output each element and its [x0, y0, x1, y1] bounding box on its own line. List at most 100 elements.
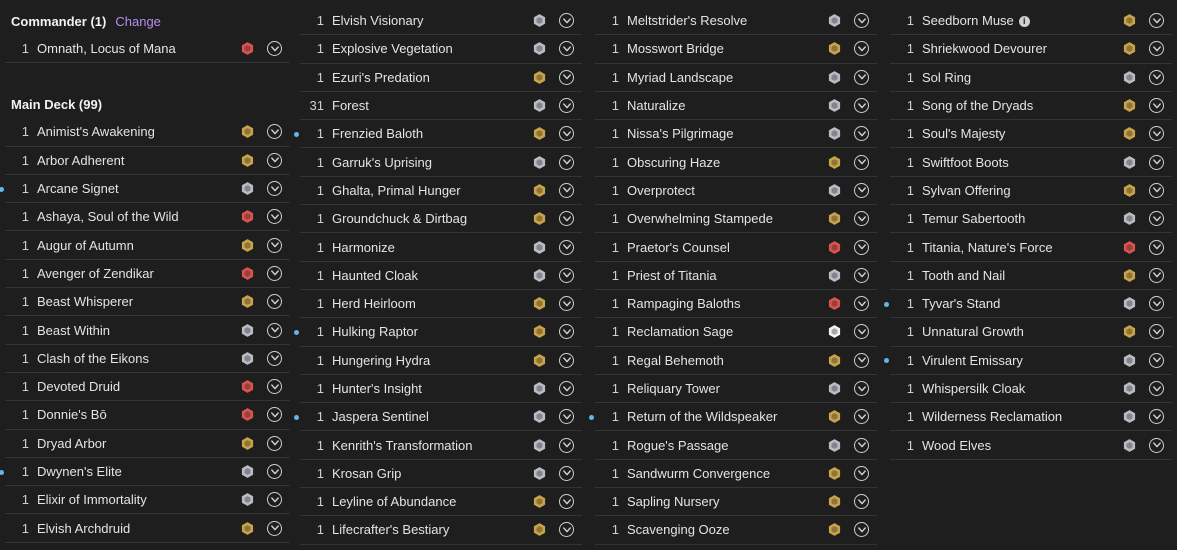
- card-name[interactable]: Devoted Druid: [37, 379, 238, 394]
- chevron-down-circle-icon[interactable]: [1149, 267, 1164, 283]
- card-row[interactable]: 1 Omnath, Locus of Mana: [5, 35, 290, 64]
- chevron-down-circle-icon[interactable]: [559, 409, 574, 425]
- card-name[interactable]: Rampaging Baloths: [627, 296, 825, 311]
- chevron-down-circle-icon[interactable]: [559, 126, 574, 142]
- card-row[interactable]: 1 Unnatural Growth: [890, 318, 1172, 347]
- chevron-down-circle-icon[interactable]: [559, 98, 574, 114]
- card-row[interactable]: 1 Ashaya, Soul of the Wild: [5, 203, 290, 232]
- card-row[interactable]: 1 Dwynen's Elite: [0, 458, 290, 487]
- card-row[interactable]: 1 Rogue's Passage: [595, 431, 877, 460]
- card-row[interactable]: 1 Priest of Titania: [595, 262, 877, 290]
- chevron-down-circle-icon[interactable]: [267, 464, 282, 479]
- card-row[interactable]: 1 Donnie's Bō: [5, 401, 290, 430]
- chevron-down-circle-icon[interactable]: [559, 465, 574, 481]
- card-row[interactable]: 1 Lifecrafter's Bestiary: [300, 516, 582, 545]
- card-row[interactable]: 1 Sylvan Offering: [890, 177, 1172, 206]
- card-name[interactable]: Beast Within: [37, 323, 238, 338]
- card-row[interactable]: 1 Meltstrider's Resolve: [595, 7, 877, 36]
- card-name[interactable]: Elvish Archdruid: [37, 521, 238, 536]
- chevron-down-circle-icon[interactable]: [559, 494, 574, 510]
- card-name[interactable]: Animist's Awakening: [37, 124, 238, 139]
- card-name[interactable]: Meltstrider's Resolve: [627, 13, 825, 28]
- card-row[interactable]: 1 Whispersilk Cloak: [890, 375, 1172, 404]
- chevron-down-circle-icon[interactable]: [854, 239, 869, 255]
- chevron-down-circle-icon[interactable]: [267, 41, 282, 57]
- card-name[interactable]: Nissa's Pilgrimage: [627, 126, 825, 141]
- card-row[interactable]: 1 Sapling Nursery: [595, 488, 877, 517]
- card-name[interactable]: Elixir of Immortality: [37, 492, 238, 507]
- card-row[interactable]: 1 Mosswort Bridge: [595, 35, 877, 64]
- chevron-down-circle-icon[interactable]: [1149, 409, 1164, 425]
- chevron-down-circle-icon[interactable]: [1149, 126, 1164, 142]
- card-name[interactable]: Elvish Visionary: [332, 13, 530, 28]
- card-name[interactable]: Krosan Grip: [332, 466, 530, 481]
- card-row[interactable]: 1 Hulking Raptor: [294, 318, 582, 347]
- chevron-down-circle-icon[interactable]: [559, 182, 574, 198]
- chevron-down-circle-icon[interactable]: [267, 237, 282, 253]
- card-row[interactable]: 1 Leyline of Abundance: [300, 488, 582, 517]
- chevron-down-circle-icon[interactable]: [854, 494, 869, 510]
- card-row[interactable]: 1 Reclamation Sage: [595, 318, 877, 347]
- card-name[interactable]: Reclamation Sage: [627, 324, 825, 339]
- chevron-down-circle-icon[interactable]: [854, 41, 869, 57]
- card-name[interactable]: Rogue's Passage: [627, 438, 825, 453]
- card-name[interactable]: Obscuring Haze: [627, 155, 825, 170]
- card-name[interactable]: Song of the Dryads: [922, 98, 1120, 113]
- chevron-down-circle-icon[interactable]: [854, 352, 869, 368]
- card-row[interactable]: 1 Herd Heirloom: [300, 290, 582, 319]
- card-name[interactable]: Dwynen's Elite: [37, 464, 238, 479]
- chevron-down-circle-icon[interactable]: [854, 211, 869, 227]
- chevron-down-circle-icon[interactable]: [267, 350, 282, 366]
- chevron-down-circle-icon[interactable]: [267, 492, 282, 508]
- card-name[interactable]: Whispersilk Cloak: [922, 381, 1120, 396]
- card-name[interactable]: Titania, Nature's Force: [922, 240, 1120, 255]
- card-row[interactable]: 1 Rampaging Baloths: [595, 290, 877, 319]
- card-name[interactable]: Forest: [332, 98, 530, 113]
- card-row[interactable]: 1 Clash of the Eikons: [5, 345, 290, 373]
- card-row[interactable]: 1 Devoted Druid: [5, 373, 290, 402]
- card-name[interactable]: Clash of the Eikons: [37, 351, 238, 366]
- chevron-down-circle-icon[interactable]: [267, 209, 282, 225]
- card-name[interactable]: Sol Ring: [922, 70, 1120, 85]
- card-row[interactable]: 1 Beast Whisperer: [5, 288, 290, 317]
- chevron-down-circle-icon[interactable]: [559, 381, 574, 396]
- chevron-down-circle-icon[interactable]: [1149, 381, 1164, 396]
- card-row[interactable]: 1 Kenrith's Transformation: [300, 431, 582, 460]
- card-name[interactable]: Sylvan Offering: [922, 183, 1120, 198]
- chevron-down-circle-icon[interactable]: [559, 267, 574, 283]
- card-name[interactable]: Lifecrafter's Bestiary: [332, 522, 530, 537]
- card-row[interactable]: 1 Wood Elves: [890, 431, 1172, 460]
- card-row[interactable]: 1 Virulent Emissary: [884, 347, 1172, 375]
- card-row[interactable]: 1 Regal Behemoth: [595, 347, 877, 375]
- card-row[interactable]: 1 Ezuri's Predation: [300, 64, 582, 92]
- chevron-down-circle-icon[interactable]: [1149, 352, 1164, 368]
- card-name[interactable]: Sandwurm Convergence: [627, 466, 825, 481]
- card-name[interactable]: Temur Sabertooth: [922, 211, 1120, 226]
- chevron-down-circle-icon[interactable]: [1149, 41, 1164, 57]
- chevron-down-circle-icon[interactable]: [1149, 182, 1164, 198]
- card-row[interactable]: 1 Tyvar's Stand: [884, 290, 1172, 319]
- chevron-down-circle-icon[interactable]: [854, 409, 869, 425]
- chevron-down-circle-icon[interactable]: [854, 465, 869, 481]
- card-row[interactable]: 1 Myriad Landscape: [595, 64, 877, 92]
- card-name[interactable]: Haunted Cloak: [332, 268, 530, 283]
- card-name[interactable]: Scavenging Ooze: [627, 522, 825, 537]
- card-name[interactable]: Groundchuck & Dirtbag: [332, 211, 530, 226]
- card-row[interactable]: 1 Praetor's Counsel: [595, 233, 877, 262]
- card-row[interactable]: 1 Overprotect: [595, 177, 877, 206]
- change-commander-link[interactable]: Change: [115, 14, 161, 29]
- chevron-down-circle-icon[interactable]: [267, 322, 282, 338]
- chevron-down-circle-icon[interactable]: [854, 381, 869, 396]
- card-row[interactable]: 1 Garruk's Uprising: [300, 148, 582, 177]
- card-name[interactable]: Avenger of Zendikar: [37, 266, 238, 281]
- chevron-down-circle-icon[interactable]: [1149, 437, 1164, 453]
- chevron-down-circle-icon[interactable]: [1149, 211, 1164, 227]
- card-name[interactable]: Reliquary Tower: [627, 381, 825, 396]
- card-name[interactable]: Shriekwood Devourer: [922, 41, 1120, 56]
- card-name[interactable]: Swiftfoot Boots: [922, 155, 1120, 170]
- chevron-down-circle-icon[interactable]: [267, 152, 282, 168]
- info-icon[interactable]: i: [1018, 16, 1030, 28]
- card-row[interactable]: 1 Overwhelming Stampede: [595, 205, 877, 234]
- chevron-down-circle-icon[interactable]: [854, 437, 869, 453]
- card-row[interactable]: 1 Soul's Majesty: [890, 120, 1172, 149]
